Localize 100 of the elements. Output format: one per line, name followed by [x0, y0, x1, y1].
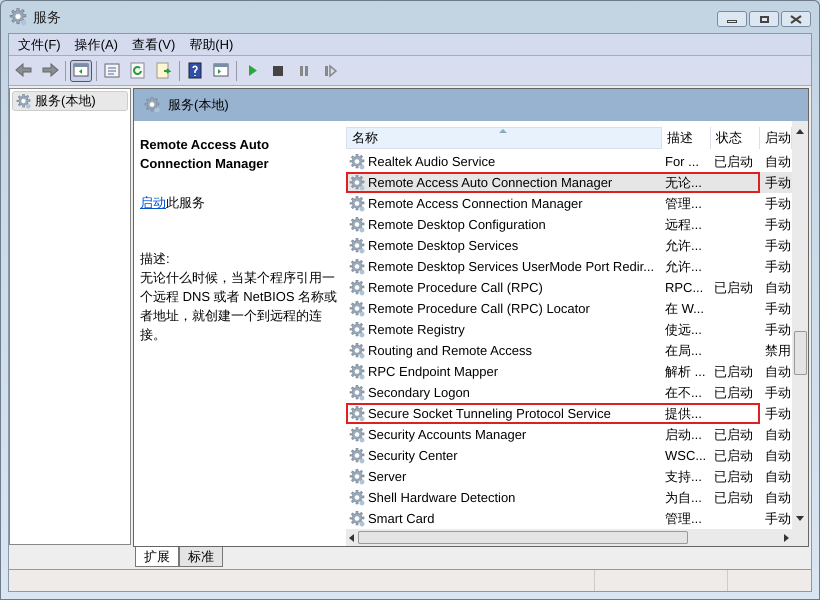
table-cell: 禁用 — [765, 342, 791, 358]
table-cell: 解析 ... — [665, 364, 706, 379]
gear-icon — [349, 342, 365, 358]
table-cell: 已启动 — [714, 364, 753, 379]
gear-icon — [349, 468, 365, 484]
table-cell: 手动 — [765, 196, 791, 211]
table-cell: 远程... — [665, 216, 702, 232]
gear-icon — [349, 216, 365, 232]
table-cell: 手动 — [765, 238, 791, 253]
gear-icon — [349, 364, 365, 380]
table-cell: 已启动 — [714, 468, 753, 484]
scroll-left-icon[interactable] — [349, 534, 354, 542]
table-cell-text: Secure Socket Tunneling Protocol Service — [368, 404, 611, 423]
close-button[interactable] — [781, 11, 811, 27]
table-row[interactable]: Smart Card 管理... 手动 — [346, 508, 792, 529]
table-cell: 自动 — [765, 280, 791, 295]
gear-icon — [349, 154, 365, 170]
table-cell-text: Remote Procedure Call (RPC) — [368, 278, 543, 297]
app-gear-icon — [9, 8, 27, 26]
table-cell: 使远... — [665, 322, 702, 337]
table-cell: 在不... — [665, 384, 702, 400]
gear-icon — [349, 384, 365, 400]
table-cell-text: Remote Access Connection Manager — [368, 194, 583, 213]
table-row[interactable]: RPC Endpoint Mapper 解析 ... 已启动 自动 — [346, 361, 792, 382]
gear-icon — [16, 94, 31, 108]
table-cell: 手动 — [765, 322, 791, 337]
table-cell: 启动... — [665, 426, 702, 442]
table-cell-text: Secondary Logon — [368, 384, 470, 402]
gear-icon — [349, 238, 365, 254]
table-cell-text: Remote Registry — [368, 320, 465, 339]
menu-item[interactable]: 文件(F) — [11, 34, 68, 54]
table-cell: 已启动 — [714, 280, 753, 295]
menu-item[interactable]: 帮助(H) — [182, 34, 240, 54]
gear-icon — [349, 322, 365, 338]
horizontal-scrollbar[interactable] — [346, 529, 808, 546]
gear-icon — [349, 448, 365, 464]
table-cell-text: Smart Card — [368, 510, 434, 528]
table-cell-text: Remote Access Auto Connection Manager — [368, 174, 612, 192]
scroll-up-icon[interactable] — [796, 129, 804, 134]
scroll-thumb[interactable] — [794, 331, 806, 375]
table-cell-text: Remote Desktop Services — [368, 236, 518, 255]
table-row[interactable]: Server 支持... 已启动 自动 — [346, 466, 792, 487]
maximize-button[interactable] — [749, 11, 779, 27]
table-row[interactable]: Remote Access Auto Connection Manager 无论... 手动 — [346, 172, 792, 193]
gear-icon — [349, 490, 365, 506]
table-cell: 手动 — [765, 258, 791, 274]
minimize-button[interactable] — [717, 11, 747, 27]
table-cell-text: RPC Endpoint Mapper — [368, 362, 498, 381]
table-row[interactable]: Routing and Remote Access 在局... 禁用 — [346, 340, 792, 361]
table-row[interactable]: Remote Desktop Configuration 远程... 手动 — [346, 214, 792, 235]
sort-arrow-icon — [499, 128, 507, 133]
table-cell-text: Realtek Audio Service — [368, 152, 496, 171]
table-row[interactable]: Remote Access Connection Manager 管理... 手动 — [346, 193, 792, 214]
gear-icon — [349, 280, 365, 296]
table-cell: 自动 — [765, 468, 791, 484]
table-row[interactable]: Remote Desktop Services 允许... 手动 — [346, 235, 792, 256]
menu-item[interactable]: 查看(V) — [124, 34, 182, 54]
table-cell: 已启动 — [714, 448, 753, 463]
action-text: 此服务 — [166, 195, 205, 210]
gear-icon — [349, 426, 365, 442]
console-tree-icon[interactable] — [70, 60, 92, 82]
table-row[interactable]: Security Center WSC... 已启动 自动 — [346, 445, 792, 466]
column-header[interactable]: 名称 — [346, 127, 662, 149]
table-row[interactable]: Security Accounts Manager 启动... 已启动 自动 — [346, 424, 792, 445]
table-cell-text: Remote Desktop Services UserMode Port Redir... — [368, 258, 654, 276]
gear-icon — [349, 510, 365, 526]
table-cell: 手动 — [765, 174, 791, 190]
table-cell: 允许... — [665, 238, 702, 253]
scroll-right-icon[interactable] — [784, 534, 789, 542]
service-name: Remote Access Auto Connection Manager — [140, 136, 270, 173]
gear-icon — [349, 258, 365, 274]
panel-title: 服务(本地) — [168, 96, 229, 114]
table-row[interactable]: Remote Procedure Call (RPC) Locator 在 W... 手动 — [346, 298, 792, 319]
table-cell: 手动 — [765, 300, 791, 316]
scroll-thumb[interactable] — [358, 531, 688, 544]
table-cell-text: Server — [368, 468, 406, 486]
table-cell: 自动 — [765, 448, 791, 463]
table-row[interactable]: Remote Desktop Services UserMode Port Redir... 允许... 手动 — [346, 256, 792, 277]
table-cell: 手动 — [765, 510, 791, 526]
table-cell: RPC... — [665, 280, 704, 295]
table-row[interactable]: Remote Procedure Call (RPC) RPC... 已启动 自动 — [346, 277, 792, 298]
tree-item[interactable]: 服务(本地) — [12, 91, 128, 111]
table-row[interactable]: Shell Hardware Detection 为自... 已启动 自动 — [346, 487, 792, 508]
vertical-scrollbar[interactable] — [792, 121, 808, 529]
table-row[interactable]: Remote Registry 使远... 手动 — [346, 319, 792, 340]
table-cell-text: Remote Procedure Call (RPC) Locator — [368, 300, 590, 318]
table-cell: For ... — [665, 154, 699, 169]
table-cell: 在局... — [665, 342, 702, 358]
table-row[interactable]: Secondary Logon 在不... 已启动 手动 — [346, 382, 792, 403]
table-cell: 自动 — [765, 490, 791, 505]
table-row[interactable]: Secure Socket Tunneling Protocol Service 提供... 手动 — [346, 403, 792, 424]
table-cell: 自动 — [765, 426, 791, 442]
table-cell: 已启动 — [714, 384, 753, 400]
gear-icon — [144, 97, 160, 113]
start-link[interactable]: 启动 — [140, 195, 166, 210]
tab[interactable]: 标准 — [179, 547, 223, 567]
table-row[interactable]: Realtek Audio Service For ... 已启动 自动 — [346, 151, 792, 172]
menu-item[interactable]: 操作(A) — [68, 34, 125, 54]
scroll-down-icon[interactable] — [796, 516, 804, 521]
tab[interactable]: 扩展 — [135, 547, 179, 567]
